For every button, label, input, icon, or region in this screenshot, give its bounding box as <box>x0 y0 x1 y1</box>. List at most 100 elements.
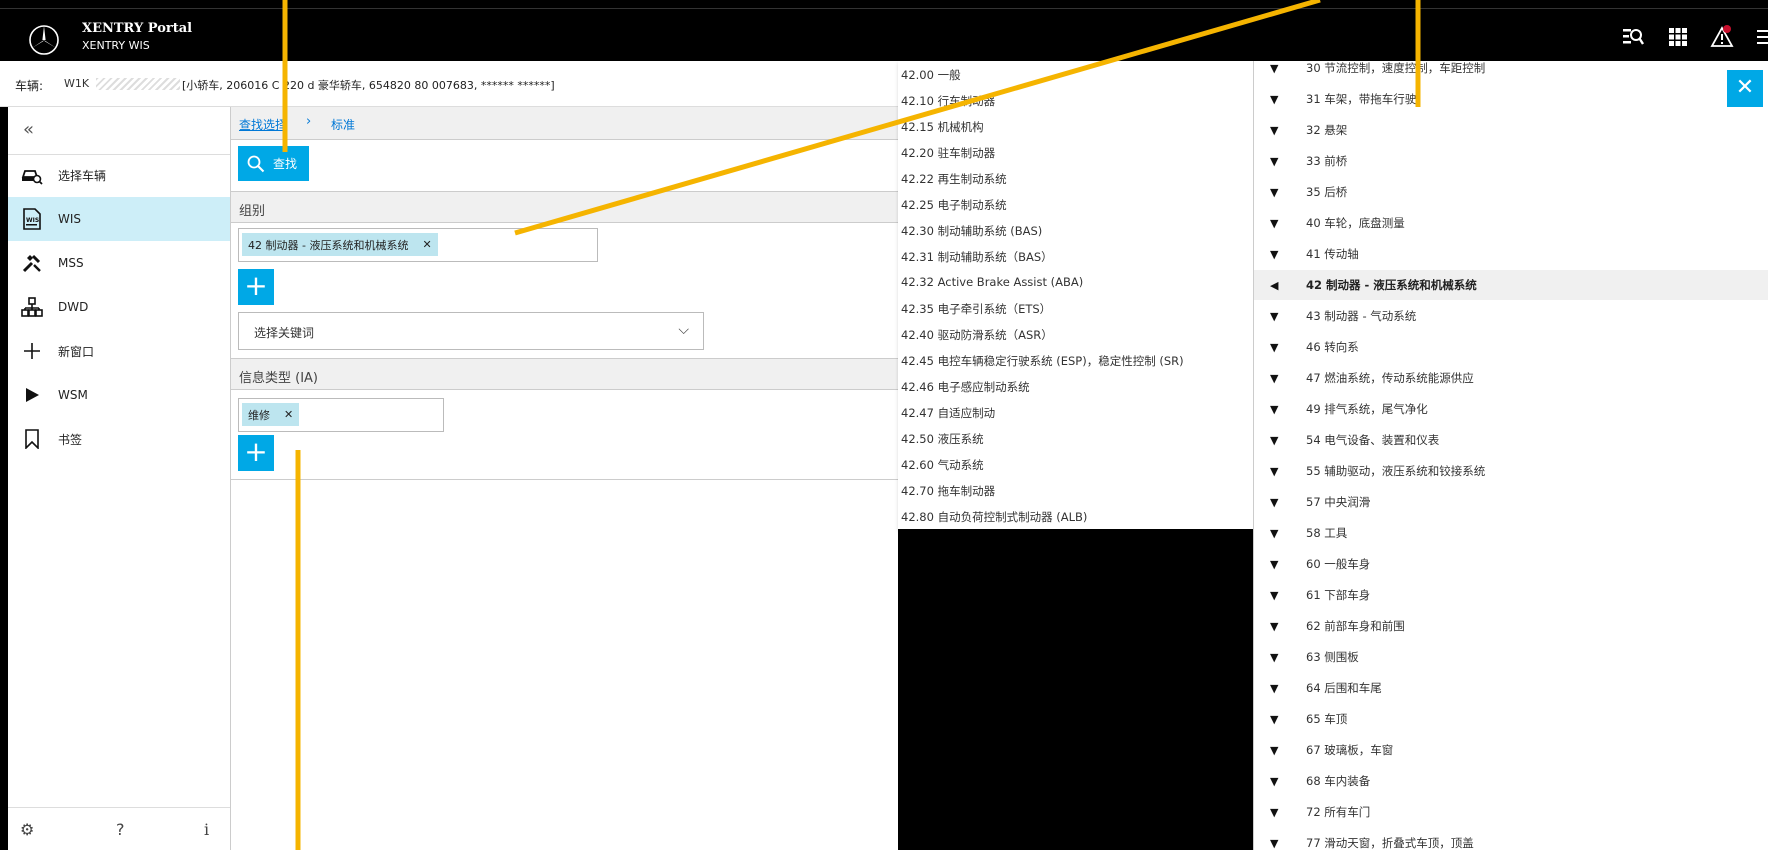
close-button[interactable]: ✕ <box>1727 70 1763 107</box>
subgroup-item[interactable]: 42.15 机械机构 <box>901 119 984 135</box>
group-list-item[interactable]: ▼ 64 后围和车尾 <box>1254 673 1768 703</box>
subgroup-item[interactable]: 42.22 再生制动系统 <box>901 171 1007 187</box>
group-list-item[interactable]: ▼ 43 制动器 - 气动系统 <box>1254 301 1768 331</box>
caret-down-icon: ▼ <box>1270 340 1279 354</box>
sidebar-item-dwd[interactable]: DWD <box>8 285 230 329</box>
group-chip-label: 42 制动器 - 液压系统和机械系统 <box>248 238 409 252</box>
group-list-item[interactable]: ▼ 55 辅助驱动，液压系统和铰接系统 <box>1254 456 1768 486</box>
group-list-item[interactable]: ▼ 40 车轮，底盘测量 <box>1254 208 1768 238</box>
subgroup-item[interactable]: 42.60 气动系统 <box>901 457 984 473</box>
subgroup-item[interactable]: 42.00 一般 <box>901 67 961 83</box>
group-list-item-label: 60 一般车身 <box>1306 557 1371 571</box>
caret-down-icon: ▼ <box>1270 371 1279 385</box>
group-list-item[interactable]: ◀ 42 制动器 - 液压系统和机械系统 <box>1254 270 1768 300</box>
group-list-item-label: 63 侧围板 <box>1306 650 1359 664</box>
group-list-item[interactable]: ▼ 63 侧围板 <box>1254 642 1768 672</box>
collapse-sidebar-icon[interactable]: « <box>23 119 34 140</box>
sidebar-item-mss[interactable]: MSS <box>8 241 230 285</box>
warning-notification-icon[interactable] <box>1710 25 1734 49</box>
caret-down-icon: ▼ <box>1270 681 1279 695</box>
group-list-item-label: 72 所有车门 <box>1306 805 1371 819</box>
settings-gear-icon[interactable]: ⚙ <box>20 820 34 839</box>
caret-down-icon: ▼ <box>1270 805 1279 819</box>
vehicle-vin: W1K <box>64 77 90 90</box>
search-list-icon[interactable] <box>1621 25 1645 49</box>
info-icon[interactable]: i <box>204 820 209 839</box>
subgroup-item[interactable]: 42.20 驻车制动器 <box>901 145 995 161</box>
group-list-item[interactable]: ▼ 31 车架，带拖车行驶 <box>1254 84 1768 114</box>
sidebar-item-label: WIS <box>58 212 82 226</box>
chevron-down-icon: ⌵ <box>678 322 689 338</box>
add-group-button[interactable]: + <box>238 269 274 305</box>
sidebar-item-select-vehicle[interactable]: 选择车辆 <box>8 153 230 197</box>
caret-down-icon: ▼ <box>1270 743 1279 757</box>
caret-down-icon: ▼ <box>1270 61 1279 75</box>
group-list-item-label: 31 车架，带拖车行驶 <box>1306 92 1417 106</box>
caret-down-icon: ▼ <box>1270 836 1279 850</box>
info-type-chip-field[interactable]: 维修 ✕ <box>238 398 444 432</box>
group-list-item[interactable]: ▼ 58 工具 <box>1254 518 1768 548</box>
caret-down-icon: ▼ <box>1270 650 1279 664</box>
breadcrumb-chevron-icon: › <box>306 114 312 129</box>
group-list-item-label: 46 转向系 <box>1306 340 1359 354</box>
subgroup-item[interactable]: 42.35 电子牵引系统（ETS） <box>901 301 1051 317</box>
group-list-item[interactable]: ▼ 61 下部车身 <box>1254 580 1768 610</box>
group-list-item[interactable]: ▼ 65 车顶 <box>1254 704 1768 734</box>
caret-down-icon: ▼ <box>1270 557 1279 571</box>
group-list-item[interactable]: ▼ 68 车内装备 <box>1254 766 1768 796</box>
group-list-item[interactable]: ▼ 35 后桥 <box>1254 177 1768 207</box>
caret-down-icon: ▼ <box>1270 433 1279 447</box>
group-chip-field[interactable]: 42 制动器 - 液压系统和机械系统 ✕ <box>238 228 598 262</box>
subgroup-item[interactable]: 42.30 制动辅助系统 (BAS) <box>901 223 1042 239</box>
caret-down-icon: ▼ <box>1270 619 1279 633</box>
group-list-item[interactable]: ▼ 41 传动轴 <box>1254 239 1768 269</box>
sidebar-item-new-window[interactable]: 新窗口 <box>8 329 230 373</box>
group-list-item[interactable]: ▼ 77 滑动天窗，折叠式车顶，顶盖 <box>1254 828 1768 850</box>
caret-left-icon: ◀ <box>1270 278 1279 292</box>
subgroup-item[interactable]: 42.45 电控车辆稳定行驶系统 (ESP)，稳定性控制 (SR) <box>901 353 1184 369</box>
subgroup-item[interactable]: 42.31 制动辅助系统（BAS） <box>901 249 1053 265</box>
group-list-item[interactable]: ▼ 49 排气系统，尾气净化 <box>1254 394 1768 424</box>
group-list-item[interactable]: ▼ 67 玻璃板，车窗 <box>1254 735 1768 765</box>
subgroup-dropdown: 42.00 一般 42.10 行车制动器 42.15 机械机构 42.20 驻车制动器… <box>898 61 1253 529</box>
subgroup-item[interactable]: 42.46 电子感应制动系统 <box>901 379 1030 395</box>
group-list-item[interactable]: ▼ 32 悬架 <box>1254 115 1768 145</box>
group-list-item[interactable]: ▼ 57 中央润滑 <box>1254 487 1768 517</box>
remove-chip-icon[interactable]: ✕ <box>284 408 293 421</box>
sidebar-item-wis[interactable]: WIS WIS <box>8 197 230 241</box>
group-list-item[interactable]: ▼ 30 节流控制，速度控制，车距控制 <box>1254 53 1768 83</box>
subgroup-item[interactable]: 42.10 行车制动器 <box>901 93 995 109</box>
group-list-item[interactable]: ▼ 54 电气设备、装置和仪表 <box>1254 425 1768 455</box>
menu-icon[interactable] <box>1750 25 1768 49</box>
subgroup-item[interactable]: 42.25 电子制动系统 <box>901 197 1007 213</box>
help-icon[interactable]: ? <box>116 820 125 839</box>
search-button[interactable]: 查找 <box>238 146 309 181</box>
bookmark-icon <box>20 427 44 451</box>
remove-chip-icon[interactable]: ✕ <box>422 238 431 251</box>
subgroup-item[interactable]: 42.80 自动负荷控制式制动器 (ALB) <box>901 509 1087 525</box>
subgroup-item[interactable]: 42.50 液压系统 <box>901 431 984 447</box>
group-list-item[interactable]: ▼ 62 前部车身和前围 <box>1254 611 1768 641</box>
subgroup-item[interactable]: 42.40 驱动防滑系统（ASR） <box>901 327 1053 343</box>
group-list-item[interactable]: ▼ 47 燃油系统，传动系统能源供应 <box>1254 363 1768 393</box>
group-list-item-label: 49 排气系统，尾气净化 <box>1306 402 1428 416</box>
sidebar-item-wsm[interactable]: WSM <box>8 373 230 417</box>
info-type-section-header: 信息类型 (IA) <box>231 358 898 390</box>
subgroup-item[interactable]: 42.47 自适应制动 <box>901 405 995 421</box>
caret-down-icon: ▼ <box>1270 495 1279 509</box>
sidebar-item-label: WSM <box>58 388 88 402</box>
group-list-item-label: 62 前部车身和前围 <box>1306 619 1405 633</box>
breadcrumb-link-search-selection[interactable]: 查找选择 <box>239 116 287 133</box>
group-list-item[interactable]: ▼ 60 一般车身 <box>1254 549 1768 579</box>
group-list-item[interactable]: ▼ 33 前桥 <box>1254 146 1768 176</box>
add-info-type-button[interactable]: + <box>238 435 274 471</box>
group-list-item-label: 41 传动轴 <box>1306 247 1359 261</box>
group-list-item[interactable]: ▼ 72 所有车门 <box>1254 797 1768 827</box>
sidebar-item-bookmarks[interactable]: 书签 <box>8 417 230 461</box>
apps-grid-icon[interactable] <box>1666 25 1690 49</box>
keyword-select[interactable]: 选择关键词 ⌵ <box>238 312 704 350</box>
subgroup-item[interactable]: 42.32 Active Brake Assist (ABA) <box>901 275 1083 289</box>
main-panel: 查找选择 › 标准 查找 组别 42 制动器 - 液压系统和机械系统 ✕ + 选… <box>231 107 898 850</box>
subgroup-item[interactable]: 42.70 拖车制动器 <box>901 483 995 499</box>
group-list-item[interactable]: ▼ 46 转向系 <box>1254 332 1768 362</box>
